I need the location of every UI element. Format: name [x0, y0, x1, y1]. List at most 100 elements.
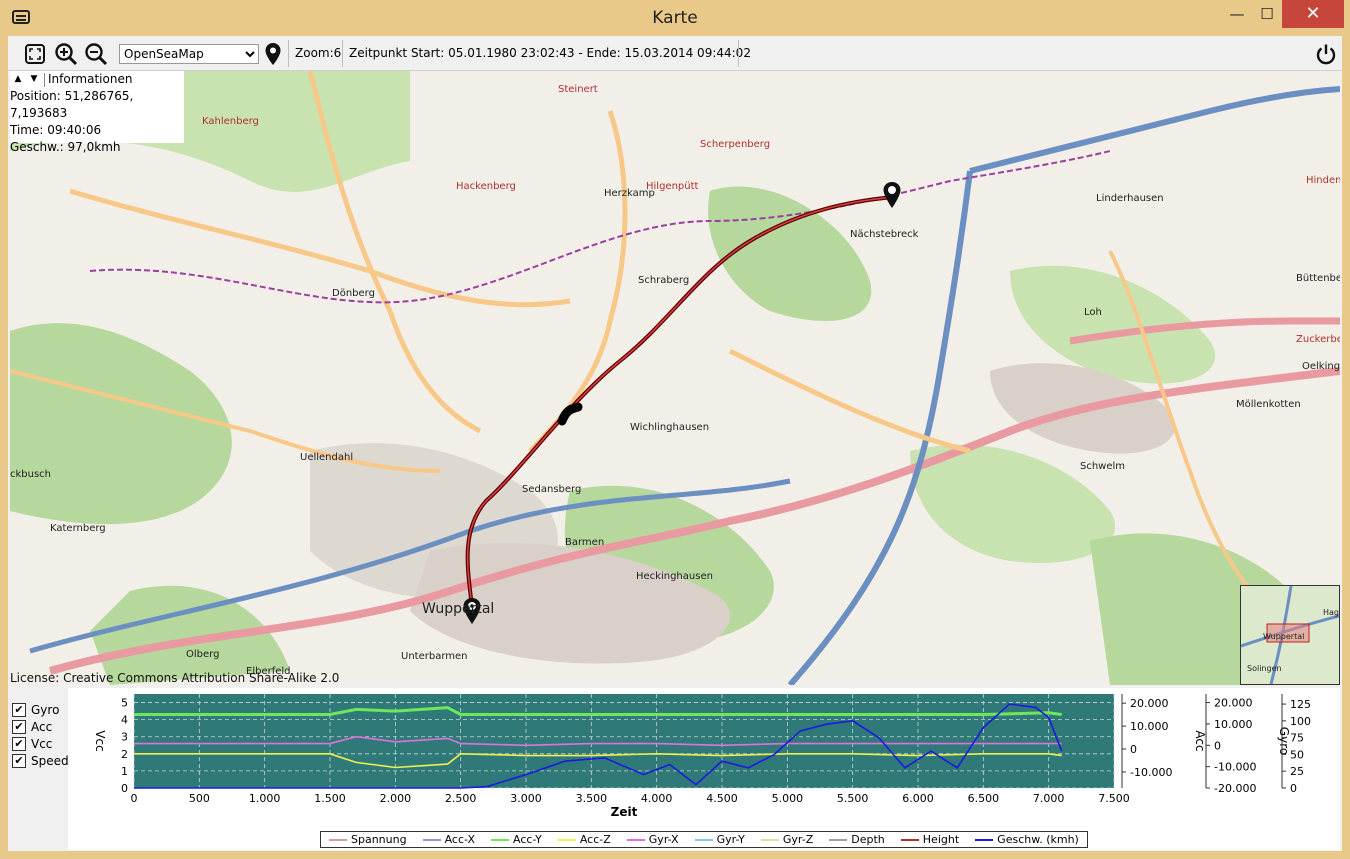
checkbox-icon[interactable]: ✔	[12, 720, 26, 734]
info-speed: Geschw.: 97,0kmh	[10, 140, 121, 154]
minimap-label: Wuppertal	[1263, 632, 1305, 641]
place-label: Oelkinghau	[1302, 361, 1340, 372]
toolbar-separator	[738, 40, 739, 67]
place-label: Wichlinghausen	[630, 422, 710, 433]
zoom-level: Zoom:6	[295, 46, 342, 60]
place-label: Kahlenberg	[202, 116, 259, 127]
x-tick-label: 1.500	[314, 792, 346, 805]
maximize-button[interactable]: ☐	[1252, 0, 1282, 28]
toggle-acc[interactable]: ✔ Acc	[12, 720, 52, 734]
place-label: Zuckerbe	[1296, 334, 1340, 345]
expand-up-icon[interactable]: ▲	[10, 71, 26, 88]
toolbar-separator	[288, 40, 289, 67]
fullscreen-icon	[25, 44, 45, 64]
chart-svg: 0123450 500 1.000 1.500 2.000 2.500 3.000 3.500…	[93, 694, 1311, 819]
window-title: Karte	[652, 8, 698, 28]
legend-swatch	[626, 838, 645, 841]
zoom-in-button[interactable]	[53, 41, 79, 67]
map-source-select[interactable]: OpenSeaMap	[119, 44, 259, 64]
expand-down-icon[interactable]: ▼	[26, 71, 42, 88]
place-label: Loh	[1084, 307, 1102, 318]
x-tick-label: 2.000	[380, 792, 412, 805]
secondary-tick-label: 25	[1290, 765, 1304, 778]
plot-area	[134, 694, 1114, 788]
secondary-tick-label: 20.000	[1130, 697, 1169, 710]
toggle-gyro[interactable]: ✔ Gyro	[12, 703, 59, 717]
x-tick-label: 6.000	[902, 792, 934, 805]
place-label: Unterbarmen	[401, 651, 468, 662]
secondary-tick-label: 10.000	[1214, 718, 1253, 731]
checkbox-icon[interactable]: ✔	[12, 754, 26, 768]
legend-item: Geschw. (kmh)	[975, 833, 1079, 846]
checkbox-icon[interactable]: ✔	[12, 703, 26, 717]
power-icon	[1316, 44, 1336, 65]
legend-item: Acc-X	[422, 833, 475, 846]
x-tick-label: 1.000	[249, 792, 281, 805]
legend-label: Acc-Z	[579, 833, 611, 846]
toolbar: OpenSeaMap Zoom:6 Zeitpunkt Start: 05.01…	[8, 36, 1342, 71]
legend-label: Acc-Y	[513, 833, 542, 846]
legend-swatch	[694, 838, 713, 841]
map-view[interactable]: Wuppertal Barmen Heckinghausen Wichlingh…	[10, 71, 1340, 685]
toolbar-separator	[342, 40, 343, 67]
x-tick-label: 5.500	[837, 792, 869, 805]
place-label: Katernberg	[50, 523, 106, 534]
marker-button[interactable]	[260, 41, 286, 67]
place-label: Wuppertal	[422, 601, 495, 617]
legend-item: Gyr-Y	[694, 833, 745, 846]
place-label: Schraberg	[638, 275, 690, 286]
x-tick-label: 6.500	[968, 792, 1000, 805]
secondary-tick-label: 50	[1290, 748, 1304, 761]
overview-minimap[interactable]: Wuppertal Solingen Hag	[1240, 585, 1340, 685]
legend-item: Depth	[829, 833, 885, 846]
legend-swatch	[829, 838, 848, 841]
minimize-button[interactable]: —	[1222, 0, 1252, 28]
legend-label: Gyr-Z	[782, 833, 814, 846]
map-tiles	[10, 71, 1340, 685]
secondary-axis-title: Acc	[1193, 730, 1207, 751]
place-label: Dönberg	[332, 288, 375, 299]
secondary-tick-label: -10.000	[1130, 766, 1172, 779]
toggle-label: Gyro	[31, 703, 60, 717]
info-panel-header: ▲ ▼ Informationen	[10, 71, 184, 88]
close-button[interactable]: ✕	[1282, 0, 1344, 28]
secondary-tick-label: 0	[1290, 782, 1297, 795]
secondary-tick-label: 100	[1290, 715, 1311, 728]
legend-item: Gyr-X	[626, 833, 679, 846]
place-label: ckbusch	[10, 469, 52, 480]
toggle-label: Acc	[31, 720, 53, 734]
x-axis-title: Zeit	[611, 805, 638, 819]
secondary-tick-label: -20.000	[1214, 782, 1256, 795]
chart-legend: Spannung Acc-X Acc-Y Acc-Z Gyr-X Gyr-Y Gyr-Z De…	[320, 831, 1088, 848]
zoom-out-icon	[85, 43, 108, 66]
info-time: Time: 09:40:06	[10, 123, 102, 137]
toggle-vcc[interactable]: ✔ Vcc	[12, 737, 52, 751]
place-label: Steinert	[558, 84, 598, 95]
minimap-label: Hag	[1323, 608, 1339, 617]
place-label: Heckinghausen	[636, 571, 713, 582]
power-button[interactable]	[1313, 41, 1339, 67]
zoom-out-button[interactable]	[83, 41, 109, 67]
legend-label: Spannung	[351, 833, 407, 846]
x-tick-label: 4.500	[706, 792, 738, 805]
legend-swatch	[760, 838, 779, 841]
toggle-speed[interactable]: ✔ Speed	[12, 754, 69, 768]
y-tick-label: 1	[121, 765, 128, 778]
secondary-tick-label: 10.000	[1130, 720, 1169, 733]
place-label: Olberg	[186, 649, 220, 660]
y-tick-label: 2	[121, 748, 128, 761]
place-label: Büttenberg	[1296, 273, 1340, 284]
secondary-tick-label: 20.000	[1214, 697, 1253, 710]
legend-swatch	[491, 838, 509, 841]
y-tick-label: 5	[121, 697, 128, 710]
place-label: Sedansberg	[522, 484, 582, 495]
legend-item: Spannung	[329, 833, 407, 846]
legend-label: Acc-X	[444, 833, 475, 846]
checkbox-icon[interactable]: ✔	[12, 737, 26, 751]
secondary-tick-label: 75	[1290, 732, 1304, 745]
fit-view-button[interactable]	[22, 41, 48, 67]
legend-label: Geschw. (kmh)	[997, 833, 1079, 846]
legend-item: Gyr-Z	[760, 833, 814, 846]
minimap-label: Solingen	[1247, 664, 1282, 673]
place-label: Linderhausen	[1096, 193, 1164, 204]
